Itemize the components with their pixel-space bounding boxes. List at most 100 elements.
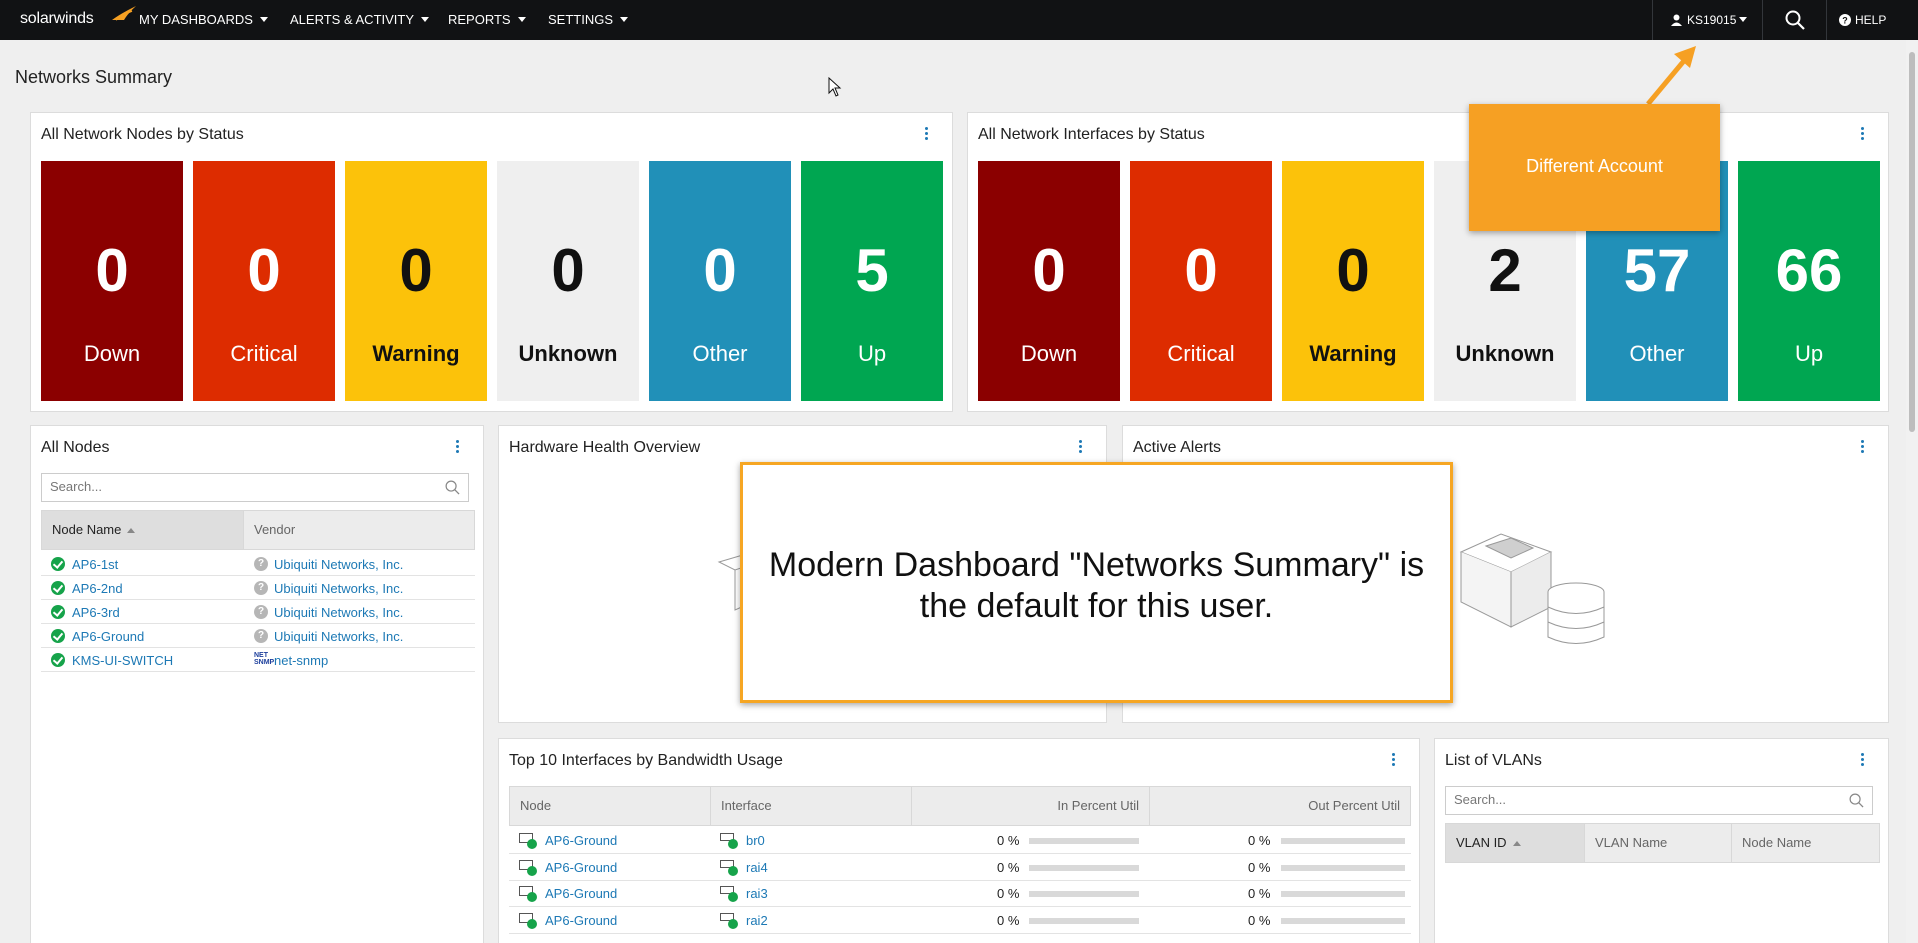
vlan-search-field[interactable] xyxy=(1445,786,1873,815)
out-percent-value: 0 % xyxy=(1248,833,1271,848)
vlan-search-input[interactable] xyxy=(1454,792,1795,807)
status-tile-down[interactable]: 0 Down xyxy=(978,161,1120,401)
column-node-name[interactable]: Node Name xyxy=(42,511,244,549)
widget-menu-icon[interactable] xyxy=(925,127,929,141)
in-util-bar xyxy=(1029,917,1139,924)
vlans-table-header: VLAN ID VLAN Name Node Name xyxy=(1445,823,1880,863)
vendor-link[interactable]: Ubiquiti Networks, Inc. xyxy=(274,629,403,644)
widget-menu-icon[interactable] xyxy=(1392,753,1396,767)
interface-link[interactable]: rai4 xyxy=(746,860,768,875)
table-row: AP6-Ground rai4 0 % 0 % xyxy=(509,855,1411,881)
interface-link[interactable]: br0 xyxy=(746,833,765,848)
vendor-link[interactable]: Ubiquiti Networks, Inc. xyxy=(274,581,403,596)
status-tile-up[interactable]: 5 Up xyxy=(801,161,943,401)
user-icon xyxy=(1671,14,1682,26)
nav-alerts-activity[interactable]: ALERTS & ACTIVITY xyxy=(290,0,430,40)
out-util-bar xyxy=(1281,864,1405,871)
nav-settings[interactable]: SETTINGS xyxy=(548,0,629,40)
status-label: Unknown xyxy=(1455,341,1555,366)
out-util-bar xyxy=(1281,917,1405,924)
nodes-search-field[interactable] xyxy=(41,473,469,502)
solarwinds-logo[interactable]: solarwinds xyxy=(20,6,136,28)
column-out-percent-util[interactable]: Out Percent Util xyxy=(1150,787,1410,825)
node-link[interactable]: AP6-Ground xyxy=(545,860,617,875)
sort-ascending-icon xyxy=(1512,841,1521,847)
node-link[interactable]: AP6-Ground xyxy=(72,629,144,644)
status-tile-warning[interactable]: 0 Warning xyxy=(345,161,487,401)
vlans-widget: List of VLANs VLAN ID VLAN Name Node Nam… xyxy=(1434,738,1889,943)
column-interface[interactable]: Interface xyxy=(711,787,912,825)
widget-menu-icon[interactable] xyxy=(1861,440,1865,454)
interface-link[interactable]: rai2 xyxy=(746,913,768,928)
annotation-callout-different-account: Different Account xyxy=(1469,104,1720,231)
column-vendor[interactable]: Vendor xyxy=(244,511,474,549)
in-percent-value: 0 % xyxy=(997,886,1020,901)
node-link[interactable]: KMS-UI-SWITCH xyxy=(72,653,173,668)
widget-menu-icon[interactable] xyxy=(456,440,460,454)
interface-status-icon xyxy=(720,831,738,849)
interface-status-icon xyxy=(720,911,738,929)
widget-title: Active Alerts xyxy=(1133,439,1222,456)
out-percent-value: 0 % xyxy=(1248,859,1271,875)
status-tile-up[interactable]: 66 Up xyxy=(1738,161,1880,401)
status-count: 2 xyxy=(1488,237,1522,304)
caret-down-icon xyxy=(259,17,268,23)
status-count: 0 xyxy=(703,237,737,304)
node-status-icon xyxy=(519,858,537,876)
vendor-link[interactable]: Ubiquiti Networks, Inc. xyxy=(274,605,403,620)
node-link[interactable]: AP6-2nd xyxy=(72,581,123,596)
column-vlan-id[interactable]: VLAN ID xyxy=(1446,824,1585,862)
node-link[interactable]: AP6-1st xyxy=(72,557,118,572)
nav-reports[interactable]: REPORTS xyxy=(448,0,526,40)
nav-my-dashboards[interactable]: MY DASHBOARDS xyxy=(139,0,268,40)
column-vlan-name[interactable]: VLAN Name xyxy=(1585,824,1732,862)
all-nodes-widget: All Nodes Node Name Vendor AP6-1st? Ubiqu… xyxy=(30,425,484,943)
status-label: Up xyxy=(1794,341,1824,366)
status-count: 0 xyxy=(95,237,129,304)
status-tile-critical[interactable]: 0 Critical xyxy=(1130,161,1272,401)
status-count: 0 xyxy=(1336,237,1370,304)
help-icon: ? xyxy=(1839,14,1851,26)
status-tile-unknown[interactable]: 0 Unknown xyxy=(497,161,639,401)
column-node-name[interactable]: Node Name xyxy=(1732,824,1879,862)
page-scrollbar[interactable] xyxy=(1906,40,1918,943)
status-tile-down[interactable]: 0 Down xyxy=(41,161,183,401)
status-count: 5 xyxy=(855,237,889,304)
node-link[interactable]: AP6-Ground xyxy=(545,833,617,848)
table-row: KMS-UI-SWITCH NET SNMP net-snmp xyxy=(41,648,475,672)
status-count: 0 xyxy=(247,237,281,304)
widget-title: List of VLANs xyxy=(1445,752,1542,769)
status-label: Down xyxy=(1020,341,1078,366)
node-link[interactable]: AP6-Ground xyxy=(545,886,617,901)
widget-menu-icon[interactable] xyxy=(1861,127,1865,141)
status-tile-critical[interactable]: 0 Critical xyxy=(193,161,335,401)
unknown-vendor-icon: ? xyxy=(254,557,268,571)
empty-state-illustration xyxy=(1459,533,1605,644)
scrollbar-thumb[interactable] xyxy=(1909,52,1915,432)
node-link[interactable]: AP6-3rd xyxy=(72,605,120,620)
search-icon xyxy=(1849,793,1864,808)
svg-text:?: ? xyxy=(1842,16,1848,26)
vendor-link[interactable]: net-snmp xyxy=(274,653,328,668)
widget-menu-icon[interactable] xyxy=(1861,753,1865,767)
status-up-icon xyxy=(51,653,65,667)
column-node[interactable]: Node xyxy=(510,787,711,825)
status-tile-other[interactable]: 0 Other xyxy=(649,161,791,401)
table-row: AP6-Ground rai2 0 % 0 % xyxy=(509,908,1411,934)
status-up-icon xyxy=(51,629,65,643)
user-account-menu[interactable]: KS19015 xyxy=(1652,0,1762,40)
interface-link[interactable]: rai3 xyxy=(746,886,768,901)
status-up-icon xyxy=(51,581,65,595)
column-in-percent-util[interactable]: In Percent Util xyxy=(912,787,1150,825)
status-tile-warning[interactable]: 0 Warning xyxy=(1282,161,1424,401)
net-snmp-icon: NET SNMP xyxy=(254,652,275,666)
global-search-button[interactable] xyxy=(1762,0,1826,40)
page-title: Networks Summary xyxy=(15,67,173,87)
node-link[interactable]: AP6-Ground xyxy=(545,913,617,928)
widget-menu-icon[interactable] xyxy=(1079,440,1083,454)
status-label: Unknown xyxy=(518,341,618,366)
vendor-link[interactable]: Ubiquiti Networks, Inc. xyxy=(274,557,403,572)
help-button[interactable]: ? HELP xyxy=(1826,0,1918,40)
nodes-search-input[interactable] xyxy=(50,479,391,494)
status-count: 0 xyxy=(1184,237,1218,304)
